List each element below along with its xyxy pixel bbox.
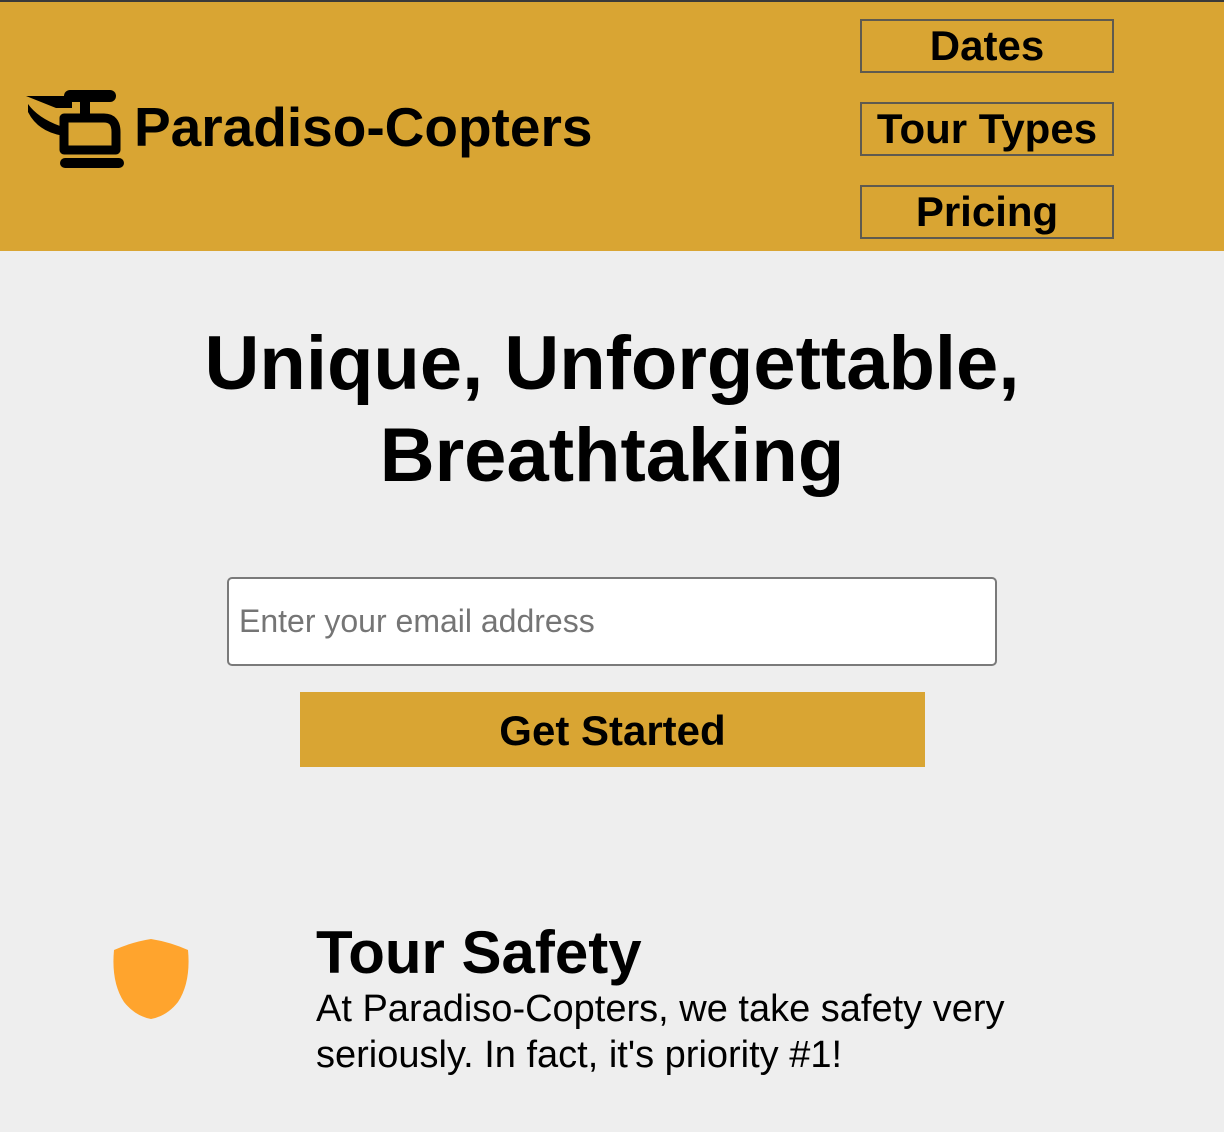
nav-tour-types[interactable]: Tour Types (860, 102, 1114, 156)
main-nav: Dates Tour Types Pricing (860, 19, 1114, 268)
get-started-button[interactable]: Get Started (300, 692, 925, 767)
hero-title: Unique, Unforgettable, Breathtaking (0, 318, 1224, 502)
email-input[interactable] (227, 577, 997, 666)
hero-title-line-2: Breathtaking (379, 413, 845, 498)
nav-pricing[interactable]: Pricing (860, 185, 1114, 239)
site-header: Paradiso-Copters Dates Tour Types Pricin… (0, 0, 1224, 251)
feature-title: Tour Safety (316, 919, 642, 986)
shield-icon (113, 939, 189, 1019)
brand-name: Paradiso-Copters (134, 95, 593, 158)
helicopter-icon (26, 90, 124, 168)
brand[interactable]: Paradiso-Copters (24, 88, 592, 170)
nav-dates[interactable]: Dates (860, 19, 1114, 73)
hero-title-line-1: Unique, Unforgettable, (204, 321, 1020, 406)
feature-description: At Paradiso-Copters, we take safety very… (316, 988, 1005, 1076)
